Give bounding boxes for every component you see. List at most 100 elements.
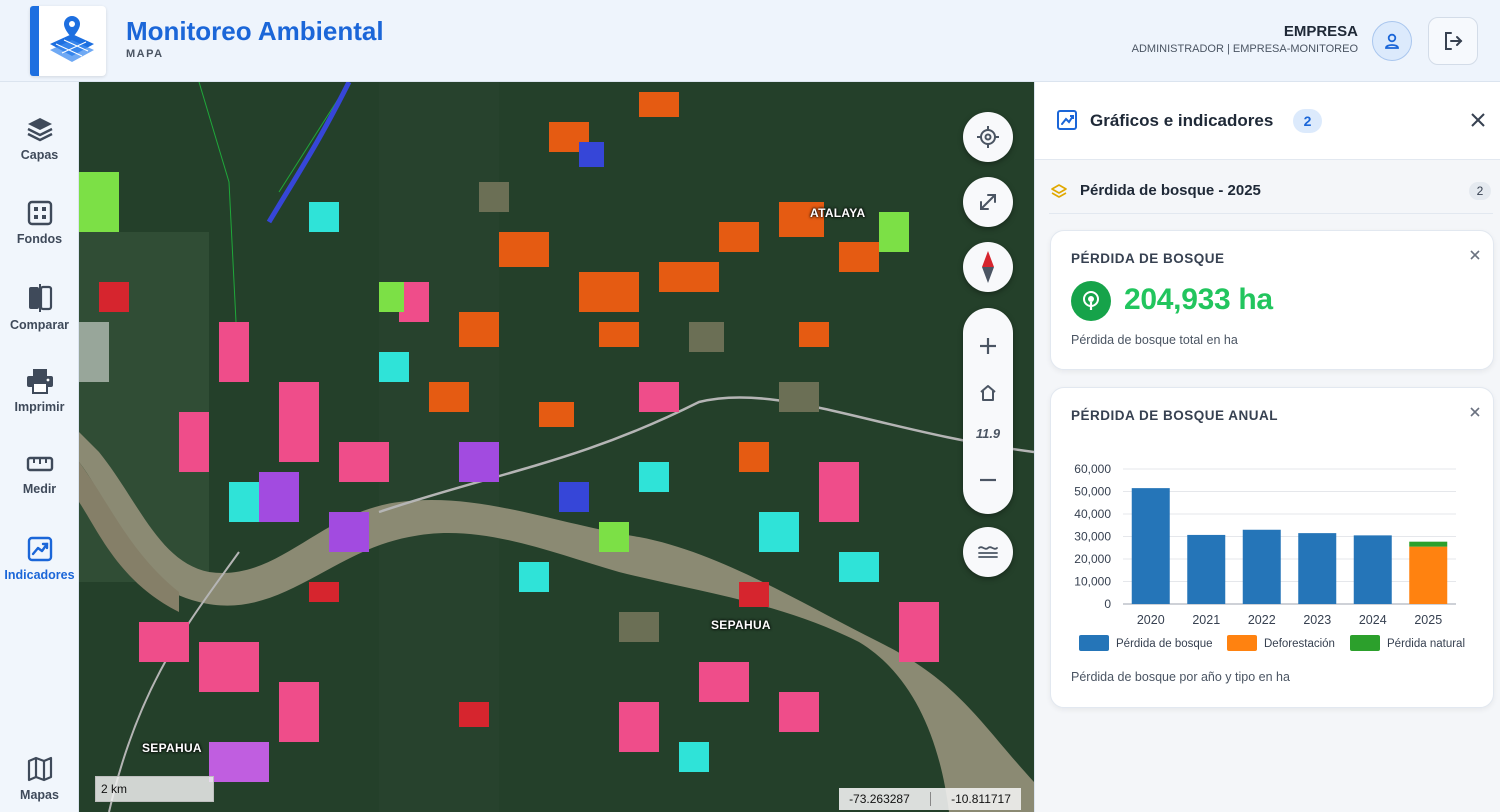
kpi-description: Pérdida de bosque total en ha [1071, 333, 1238, 347]
indicators-panel: Gráficos e indicadores 2 Pérdida de bosq… [1034, 82, 1500, 812]
panel-header: Gráficos e indicadores 2 [1035, 82, 1500, 160]
user-avatar-button[interactable] [1372, 21, 1412, 61]
legend-label: Deforestación [1264, 638, 1335, 650]
ruler-icon [26, 456, 53, 472]
chart-card: PÉRDIDA DE BOSQUE ANUAL 0 10,000 20,000 30,… [1050, 387, 1494, 708]
scale-bar: 2 km [95, 776, 214, 802]
fullscreen-button[interactable] [963, 177, 1013, 227]
place-label-atalaya: ATALAYA [810, 206, 866, 220]
bar [1242, 529, 1281, 604]
x-tick-label: 2024 [1359, 613, 1387, 627]
panel-title: Gráficos e indicadores [1090, 111, 1274, 130]
zoom-out-button[interactable] [963, 460, 1013, 500]
place-label-sepahua-2: SEPAHUA [142, 741, 202, 755]
zoom-level: 11.9 [975, 426, 1001, 441]
compass-icon [982, 251, 994, 283]
sidebar-item-mapas[interactable]: Mapas [0, 736, 79, 806]
app-header: Monitoreo Ambiental MAPA EMPRESA ADMINIS… [0, 0, 1500, 82]
printer-icon [26, 369, 53, 394]
layer-name: Pérdida de bosque - 2025 [1080, 182, 1261, 199]
y-tick-label: 10,000 [1074, 575, 1111, 589]
kpi-card-title: PÉRDIDA DE BOSQUE [1071, 251, 1225, 266]
home-icon [980, 385, 996, 401]
kpi-card: PÉRDIDA DE BOSQUE 204,933 ha Pérdida de … [1050, 230, 1494, 370]
y-tick-label: 50,000 [1074, 485, 1111, 499]
y-tick-label: 30,000 [1074, 530, 1111, 544]
legend-swatch [1079, 635, 1109, 651]
sidebar-item-label: Fondos [16, 232, 63, 246]
x-tick-label: 2025 [1414, 613, 1442, 627]
map-icon [27, 756, 52, 782]
coords-separator [929, 792, 931, 806]
user-name: EMPRESA [1283, 23, 1358, 40]
chart-description: Pérdida de bosque por año y tipo en ha [1071, 670, 1290, 684]
legend-swatch [1350, 635, 1380, 651]
sidebar-item-label: Imprimir [14, 400, 65, 414]
x-tick-label: 2022 [1248, 613, 1276, 627]
sidebar-item-medir[interactable]: Medir [0, 432, 79, 502]
compare-icon [28, 284, 52, 312]
annual-loss-bar-chart: 0 10,000 20,000 30,000 40,000 50,000 60,000 202… [1074, 462, 1465, 651]
map-layers-toggle-button[interactable] [963, 527, 1013, 577]
zoom-control: 11.9 [963, 308, 1013, 514]
waves-icon [978, 546, 998, 558]
sidebar-item-capas[interactable]: Capas [0, 96, 79, 166]
map-pin-logo-icon [50, 16, 94, 62]
crosshair-icon [977, 126, 999, 148]
sidebar-item-imprimir[interactable]: Imprimir [0, 348, 79, 418]
close-icon [1470, 250, 1480, 260]
legend-label: Pérdida natural [1387, 638, 1465, 650]
bar [1298, 533, 1337, 604]
sidebar-item-label: Comparar [9, 318, 70, 332]
layer-count-badge: 2 [1469, 182, 1491, 200]
bar [1409, 541, 1448, 547]
panel-close-button[interactable] [1467, 109, 1489, 131]
app-title: Monitoreo Ambiental [126, 16, 384, 46]
logout-button[interactable] [1428, 17, 1478, 65]
compass-button[interactable] [963, 242, 1013, 292]
app-subtitle: MAPA [126, 48, 164, 60]
map-imagery [79, 82, 1034, 812]
legend-label: Pérdida de bosque [1116, 638, 1213, 650]
sidebar-item-indicadores[interactable]: Indicadores [0, 516, 79, 586]
y-tick-label: 20,000 [1074, 552, 1111, 566]
home-button[interactable] [963, 373, 1013, 413]
chart-icon [27, 536, 52, 562]
layers-icon [26, 118, 53, 142]
expand-icon [980, 194, 996, 210]
y-tick-label: 60,000 [1074, 462, 1111, 476]
y-tick-label: 0 [1104, 597, 1111, 611]
latitude-readout: -10.811717 [951, 792, 1011, 806]
kpi-card-close-button[interactable] [1467, 247, 1483, 263]
x-tick-label: 2020 [1137, 613, 1165, 627]
x-tick-label: 2023 [1303, 613, 1331, 627]
panel-count-badge: 2 [1293, 109, 1322, 133]
zoom-in-button[interactable] [963, 326, 1013, 366]
longitude-readout: -73.263287 [849, 792, 910, 806]
sidebar-item-label: Medir [22, 482, 57, 496]
map-canvas[interactable]: ATALAYA SEPAHUA SEPAHUA 11.9 2 km -73.26… [79, 82, 1034, 812]
legend-swatch [1227, 635, 1257, 651]
sidebar-item-comparar[interactable]: Comparar [0, 264, 79, 334]
layer-group-header[interactable]: Pérdida de bosque - 2025 2 [1049, 174, 1493, 214]
plus-icon [980, 338, 996, 354]
bar [1131, 488, 1170, 604]
sidebar-item-label: Indicadores [4, 568, 75, 582]
locate-button[interactable] [963, 112, 1013, 162]
bar [1187, 534, 1226, 604]
place-label-sepahua: SEPAHUA [711, 618, 771, 632]
layers-icon [1051, 184, 1067, 198]
app-logo[interactable] [30, 6, 106, 76]
chart-icon [1057, 110, 1077, 130]
bar [1409, 546, 1448, 604]
bar [1353, 535, 1392, 604]
kpi-value: 204,933 ha [1124, 283, 1273, 316]
user-role: ADMINISTRADOR | EMPRESA-MONITOREO [1131, 43, 1358, 55]
coordinates-readout: -73.263287 -10.811717 [839, 788, 1021, 810]
tree-icon [1071, 281, 1111, 321]
sidebar-item-label: Mapas [20, 788, 59, 802]
sidebar-item-fondos[interactable]: Fondos [0, 180, 79, 250]
close-icon [1471, 113, 1485, 127]
user-icon [1385, 33, 1399, 49]
minus-icon [980, 478, 996, 482]
